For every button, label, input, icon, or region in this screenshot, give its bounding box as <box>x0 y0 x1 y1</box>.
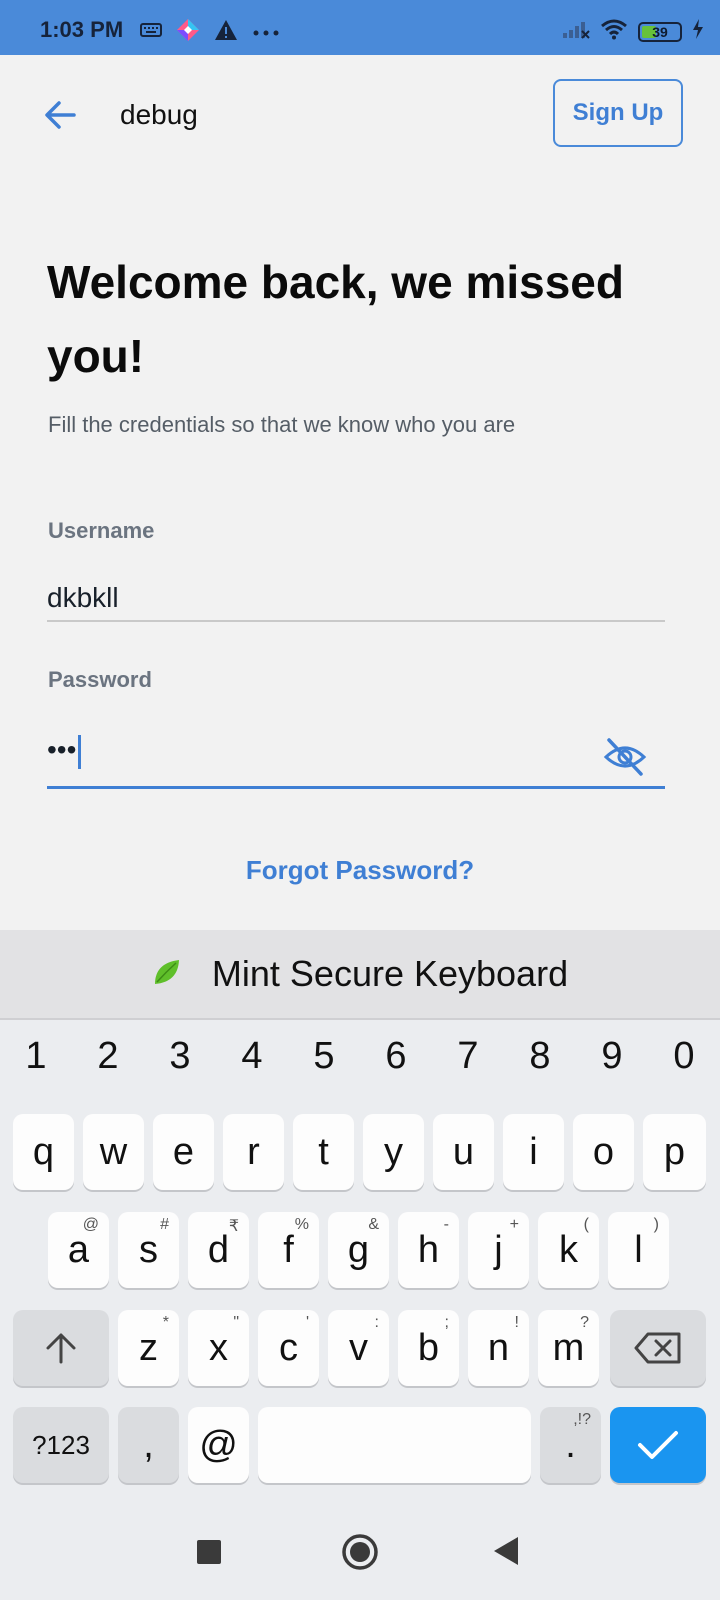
shift-arrow-icon <box>46 1333 76 1364</box>
key-i[interactable]: i <box>503 1114 564 1190</box>
key-9[interactable]: 9 <box>582 1035 642 1078</box>
key-0[interactable]: 0 <box>654 1035 714 1078</box>
key-7[interactable]: 7 <box>438 1035 498 1078</box>
navigation-bar <box>0 1505 720 1600</box>
username-input[interactable]: dkbkll <box>47 582 119 614</box>
password-masked-value: ••• <box>47 734 77 765</box>
toggle-password-visibility-button[interactable] <box>603 735 647 779</box>
forgot-password-link[interactable]: Forgot Password? <box>0 855 720 886</box>
key-1[interactable]: 1 <box>6 1035 66 1078</box>
key-m[interactable]: m? <box>538 1310 599 1386</box>
key-l[interactable]: l) <box>608 1212 669 1288</box>
key-4[interactable]: 4 <box>222 1035 282 1078</box>
app-logo-icon <box>176 18 200 47</box>
key-o[interactable]: o <box>573 1114 634 1190</box>
key-e[interactable]: e <box>153 1114 214 1190</box>
password-underline <box>47 786 665 789</box>
backspace-icon <box>634 1332 681 1364</box>
key-k[interactable]: k( <box>538 1212 599 1288</box>
status-bar: 1:03 PM 39 <box>0 0 720 55</box>
arrow-left-icon <box>45 101 76 129</box>
keyboard-header: Mint Secure Keyboard <box>0 930 720 1020</box>
username-underline <box>47 620 665 622</box>
at-key[interactable]: @ <box>188 1407 249 1483</box>
key-j[interactable]: j + <box>468 1212 529 1288</box>
keyboard-title: Mint Secure Keyboard <box>211 953 569 994</box>
more-notifications-icon <box>252 24 280 42</box>
key-6[interactable]: 6 <box>366 1035 426 1078</box>
eye-off-icon <box>603 738 647 776</box>
welcome-subtitle: Fill the credentials so that we know who… <box>48 412 516 437</box>
key-z[interactable]: z * <box>118 1310 179 1386</box>
app-bar: debug Sign Up <box>0 55 720 175</box>
key-f[interactable]: f% <box>258 1212 319 1288</box>
key-w[interactable]: w <box>83 1114 144 1190</box>
key-y[interactable]: y <box>363 1114 424 1190</box>
key-b[interactable]: b; <box>398 1310 459 1386</box>
text-cursor <box>78 734 82 769</box>
key-x[interactable]: x " <box>188 1310 249 1386</box>
keyboard-icon <box>140 23 162 42</box>
app-title: debug <box>120 99 198 130</box>
username-label: Username <box>48 518 155 543</box>
key-a[interactable]: a @ <box>48 1212 109 1288</box>
recents-icon[interactable] <box>197 1540 221 1564</box>
battery-icon: 39 <box>638 21 682 42</box>
password-label: Password <box>48 667 152 692</box>
key-p[interactable]: p <box>643 1114 706 1190</box>
sign-up-button[interactable]: Sign Up <box>553 79 683 147</box>
leaf-icon <box>152 957 182 992</box>
key-d[interactable]: d ₹ <box>188 1212 249 1288</box>
welcome-heading: Welcome back, we missed you! <box>47 256 624 382</box>
key-2[interactable]: 2 <box>78 1035 138 1078</box>
key-n[interactable]: n! <box>468 1310 529 1386</box>
back-nav-icon[interactable] <box>494 1537 518 1565</box>
check-icon <box>638 1431 678 1459</box>
key-8[interactable]: 8 <box>510 1035 570 1078</box>
key-g[interactable]: g & <box>328 1212 389 1288</box>
key-h[interactable]: h- <box>398 1212 459 1288</box>
warning-icon <box>214 19 238 46</box>
wifi-icon <box>600 18 628 45</box>
key-u[interactable]: u <box>433 1114 494 1190</box>
signal-icon <box>562 19 590 44</box>
backspace-key[interactable] <box>610 1310 706 1386</box>
key-c[interactable]: c ' <box>258 1310 319 1386</box>
done-key[interactable] <box>610 1407 706 1483</box>
back-button[interactable] <box>40 95 80 135</box>
charging-icon <box>692 19 704 44</box>
period-key[interactable]: .,!? <box>540 1407 601 1483</box>
key-t[interactable]: t <box>293 1114 354 1190</box>
battery-level: 39 <box>652 23 668 40</box>
space-key[interactable] <box>258 1407 531 1483</box>
symbols-key[interactable]: ?123 <box>13 1407 109 1483</box>
key-5[interactable]: 5 <box>294 1035 354 1078</box>
shift-key[interactable] <box>13 1310 109 1386</box>
key-q[interactable]: q <box>13 1114 74 1190</box>
key-v[interactable]: v: <box>328 1310 389 1386</box>
key-s[interactable]: s # <box>118 1212 179 1288</box>
home-icon[interactable] <box>341 1533 379 1571</box>
key-r[interactable]: r <box>223 1114 284 1190</box>
comma-key[interactable]: , <box>118 1407 179 1483</box>
key-3[interactable]: 3 <box>150 1035 210 1078</box>
password-input[interactable]: ••• <box>47 734 82 769</box>
status-time: 1:03 PM <box>40 17 124 42</box>
